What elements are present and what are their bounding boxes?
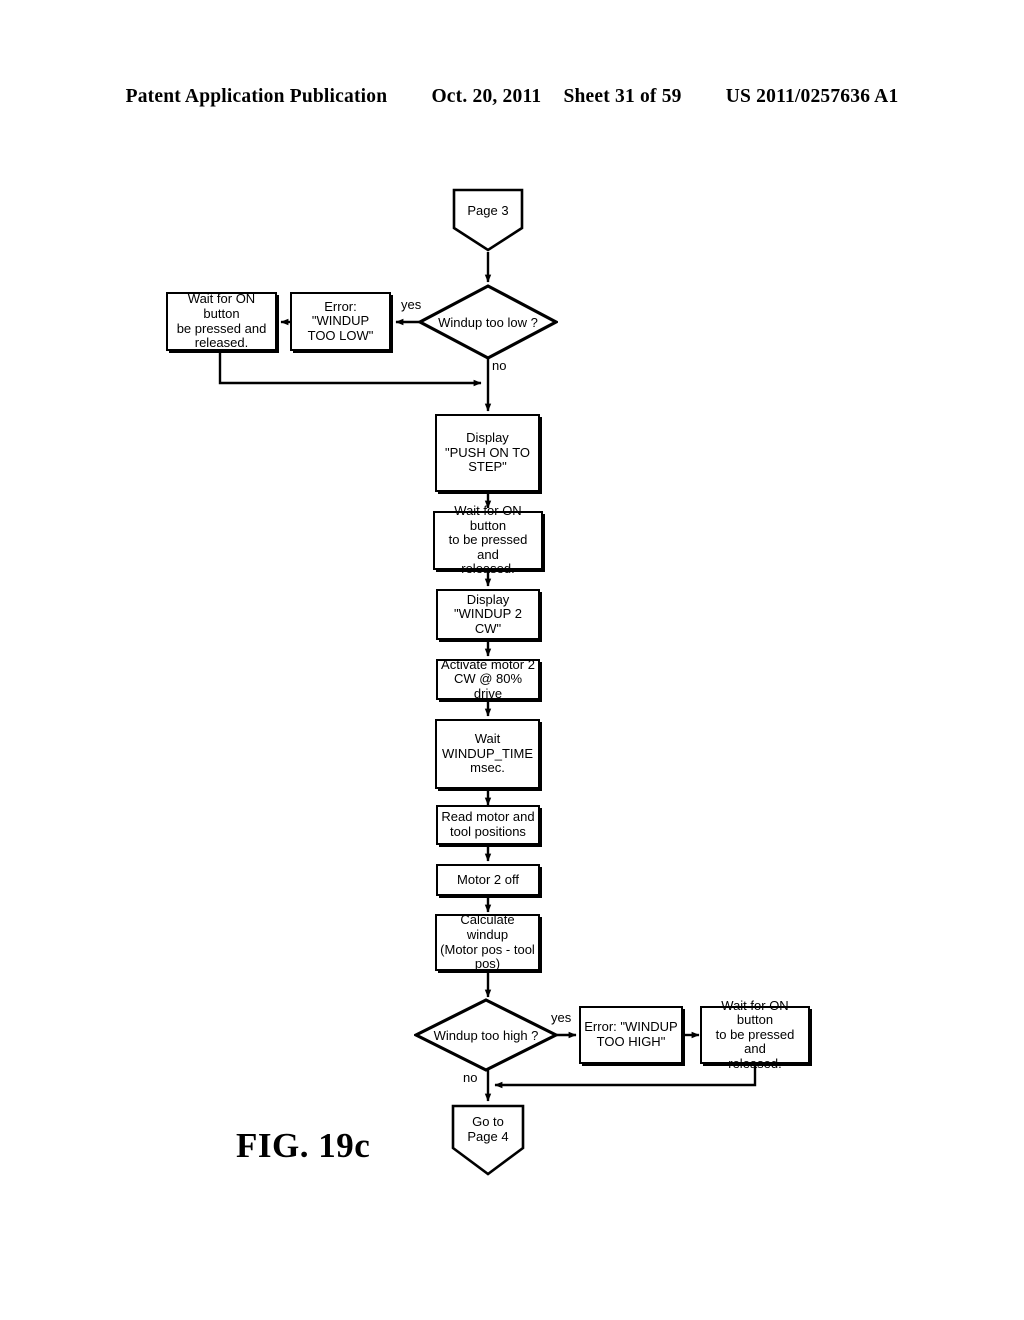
flowchart-diagram: Page 3 Windup too low ? yes no Error: "W… <box>0 0 1024 1320</box>
process-display-push-on-to-step: Display "PUSH ON TO STEP" <box>435 414 540 492</box>
process-wait-on-button-high: Wait for ON button to be pressed and rel… <box>700 998 810 1071</box>
edge-label-low-yes: yes <box>401 297 422 312</box>
process-wait-on-button-low: Wait for ON button be pressed and releas… <box>166 292 277 351</box>
edge-label-low-no: no <box>492 358 507 373</box>
edge-label-high-no: no <box>463 1070 478 1085</box>
connector-page-3: Page 3 <box>452 188 524 252</box>
decision-windup-too-low-label: Windup too low ? <box>438 314 538 330</box>
process-calculate-windup: Calculate windup (Motor pos - tool pos) <box>435 913 540 971</box>
process-error-windup-too-high: Error: "WINDUP TOO HIGH" <box>579 1006 683 1064</box>
decision-windup-too-high: Windup too high ? <box>414 998 558 1072</box>
process-wait-on-button-step: Wait for ON button to be pressed and rel… <box>433 503 543 576</box>
process-read-positions: Read motor and tool positions <box>436 805 540 845</box>
process-display-windup-2-cw: Display "WINDUP 2 CW" <box>436 589 540 640</box>
connector-go-to-page-4-label: Go to Page 4 <box>467 1114 509 1144</box>
process-motor-2-off: Motor 2 off <box>436 864 540 896</box>
process-error-windup-too-low: Error: "WINDUP TOO LOW" <box>290 292 391 351</box>
connector-page-3-label: Page 3 <box>467 202 509 218</box>
decision-windup-too-low: Windup too low ? <box>418 284 558 360</box>
process-wait-windup-time: Wait WINDUP_TIME msec. <box>435 719 540 789</box>
edge-label-high-yes: yes <box>551 1010 572 1025</box>
decision-windup-too-high-label: Windup too high ? <box>433 1027 539 1043</box>
process-activate-motor-2: Activate motor 2 CW @ 80% drive <box>436 657 540 701</box>
figure-caption: FIG. 19c <box>236 1126 371 1165</box>
connector-go-to-page-4: Go to Page 4 <box>451 1104 525 1176</box>
